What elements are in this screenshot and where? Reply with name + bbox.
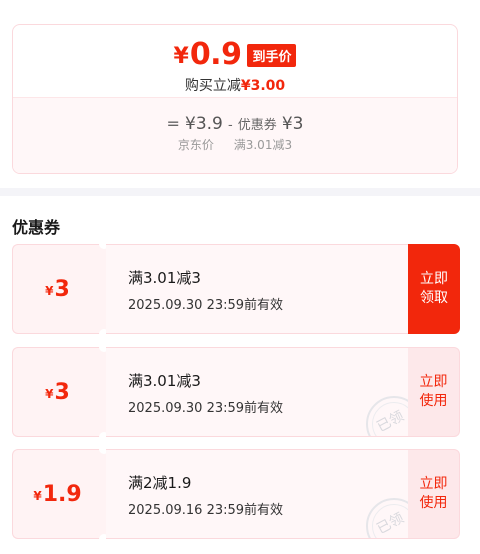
coupon-info: 满3.01减3 2025.09.30 23:59前有效 已领 [106,347,408,437]
formula-minus: - [227,118,233,133]
coupon-validity: 2025.09.30 23:59前有效 [128,401,284,416]
final-price: 0.9 [189,36,242,72]
formula-equals: = [166,114,180,133]
coupon-card: ¥3 满3.01减3 2025.09.30 23:59前有效 已领 立即使用 [12,342,460,442]
coupon-amount: ¥3 [12,244,102,334]
coupon-currency-symbol: ¥ [45,387,54,401]
coupon-amount: ¥3 [12,347,102,437]
coupon-info: 满2减1.9 2025.09.16 23:59前有效 已领 [106,449,408,539]
final-price-block: ¥ 0.9 到手价 购买立减¥3.00 [13,25,457,97]
button-label-line2: 领取 [420,290,448,306]
formula-coupon-label: 优惠券 [237,118,277,133]
coupon-rule: 满3.01减3 [128,269,201,287]
purchase-reduction: 购买立减¥3.00 [13,75,457,95]
final-price-tag: 到手价 [247,43,297,67]
coupon-currency-symbol: ¥ [33,489,42,503]
formula-labels: 京东价 满3.01减3 [13,136,457,153]
coupon-card: ¥3 满3.01减3 2025.09.30 23:59前有效 立即领取 [12,239,460,339]
final-currency-symbol: ¥ [173,43,189,69]
coupon-value: 1.9 [42,481,82,507]
coupon-amount: ¥1.9 [12,449,102,539]
coupon-validity: 2025.09.30 23:59前有效 [128,298,284,313]
button-label-line1: 立即 [419,374,448,390]
coupon-rule: 满2减1.9 [128,474,192,492]
coupon-value: 3 [54,379,70,405]
button-label-line2: 使用 [419,393,448,409]
label-jd-price: 京东价 [177,138,214,152]
price-formula-block: = ¥3.9 - 优惠券 ¥3 京东价 满3.01减3 [13,97,457,173]
price-summary-card: ¥ 0.9 到手价 购买立减¥3.00 = ¥3.9 - 优惠券 ¥3 京东价 … [12,24,458,174]
label-coupon-rule: 满3.01减3 [233,138,293,152]
coupon-rule: 满3.01减3 [128,372,201,390]
reduce-label: 购买立减 [184,78,241,94]
button-label-line2: 使用 [419,495,448,511]
coupon-currency-symbol: ¥ [45,284,54,298]
claimed-stamp-text: 已领 [374,510,407,538]
coupon-value: 3 [54,276,70,302]
use-coupon-button[interactable]: 立即 使用 [408,347,460,437]
button-label-line1: 立即 [420,271,448,287]
coupon-card: ¥1.9 满2减1.9 2025.09.16 23:59前有效 已领 立即使用 [12,444,460,544]
coupon-validity: 2025.09.16 23:59前有效 [128,503,284,518]
button-label-line1: 立即 [419,476,448,492]
reduce-amount: ¥3.00 [240,78,286,94]
claimed-stamp-text: 已领 [374,408,407,436]
formula-jd-price: ¥3.9 [185,114,223,134]
coupon-info: 满3.01减3 2025.09.30 23:59前有效 [106,244,408,334]
use-coupon-button[interactable]: 立即 使用 [408,449,460,539]
formula-coupon-amount: ¥3 [281,114,304,134]
coupon-section-title: 优惠券 [12,218,61,237]
claim-coupon-button[interactable]: 立即 领取 [408,244,460,334]
section-divider [0,188,480,196]
price-formula: = ¥3.9 - 优惠券 ¥3 [13,98,457,134]
